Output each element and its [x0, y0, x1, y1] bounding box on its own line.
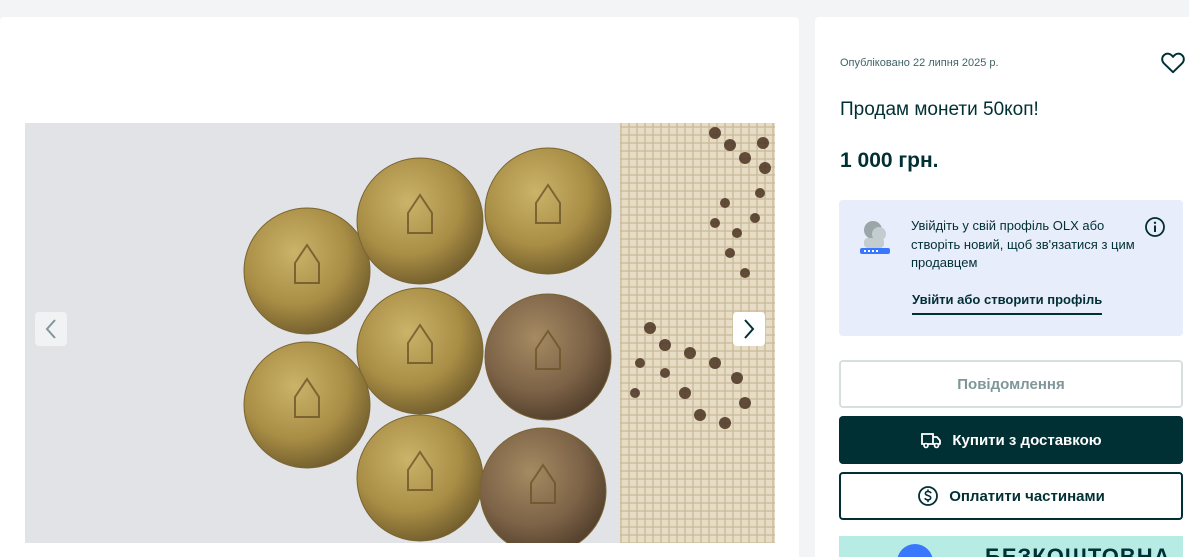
message-button-label: Повідомлення [957, 375, 1065, 393]
next-photo-button[interactable] [733, 312, 765, 346]
user-avatar-icon [860, 221, 890, 254]
heart-icon [1161, 52, 1185, 74]
login-or-register-link[interactable]: Увійти або створити профіль [912, 292, 1103, 315]
listing-title: Продам монети 50коп! [840, 99, 1039, 120]
dollar-circle-icon [917, 485, 939, 507]
favorite-button[interactable] [1160, 50, 1186, 76]
promo-banner[interactable]: БЕЗКОШТОВНА [839, 536, 1183, 557]
listing-price: 1 000 грн. [840, 149, 939, 172]
listing-photo[interactable] [25, 123, 775, 543]
promo-graphic [897, 544, 933, 557]
truck-icon [920, 431, 942, 449]
gallery-card [0, 17, 799, 557]
pay-in-parts-label: Оплатити частинами [949, 487, 1105, 505]
chevron-right-icon [744, 319, 755, 339]
pay-in-parts-button[interactable]: Оплатити частинами [839, 472, 1183, 520]
coins-photo-image [25, 123, 775, 543]
chevron-left-icon [45, 319, 56, 339]
prev-photo-button[interactable] [35, 312, 67, 346]
info-icon[interactable] [1144, 216, 1166, 238]
listing-details-card: Опубліковано 22 липня 2025 р. Продам мон… [815, 17, 1189, 557]
buy-button-label: Купити з доставкою [952, 431, 1102, 449]
login-prompt-text: Увійдіть у свій профіль OLX або створіть… [911, 218, 1135, 270]
promo-text: БЕЗКОШТОВНА [985, 544, 1171, 557]
login-prompt-box: Увійдіть у свій профіль OLX або створіть… [839, 200, 1183, 336]
buy-with-delivery-button[interactable]: Купити з доставкою [839, 416, 1183, 464]
posted-date: Опубліковано 22 липня 2025 р. [840, 57, 999, 69]
message-button[interactable]: Повідомлення [839, 360, 1183, 408]
